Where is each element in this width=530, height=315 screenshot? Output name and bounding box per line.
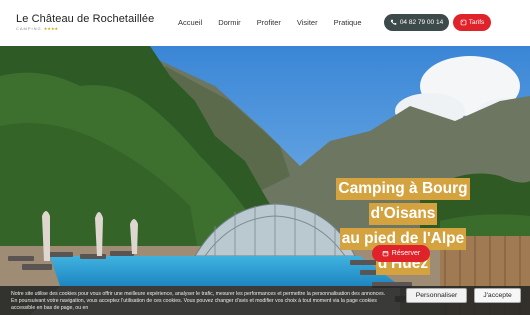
accept-cookies-button[interactable]: J'accepte [474,288,521,303]
nav-accueil[interactable]: Accueil [178,18,202,27]
brand-name: Le Château de Rochetaillée [16,13,155,25]
price-tag-icon [460,19,467,26]
main-nav: Accueil Dormir Profiter Visiter Pratique [178,18,378,27]
tarifs-button[interactable]: Tarifs [453,14,491,31]
hero-banner: Camping à Bourg d'Oisans au pied de l'Al… [0,46,530,315]
phone-icon [390,19,397,25]
brand-subtitle: CAMPING ★★★★ [16,26,59,31]
phone-button[interactable]: 04 82 79 00 14 [384,14,449,31]
personalize-cookies-button[interactable]: Personnaliser [406,288,467,303]
reserve-button[interactable]: Réserver [372,245,430,262]
rating-stars: ★★★★ [43,26,59,31]
nav-profiter[interactable]: Profiter [257,18,281,27]
phone-number: 04 82 79 00 14 [399,19,444,26]
hero-line-1: Camping à Bourg [336,178,470,200]
reserve-label: Réserver [391,250,421,257]
nav-pratique[interactable]: Pratique [334,18,362,27]
tarifs-label: Tarifs [468,19,485,26]
nav-visiter[interactable]: Visiter [297,18,318,27]
nav-dormir[interactable]: Dormir [218,18,241,27]
cookie-message: Notre site utilise des cookies pour vous… [11,291,386,311]
brand-logo[interactable]: Le Château de Rochetaillée CAMPING ★★★★ [16,13,154,31]
calendar-icon [382,251,389,257]
hero-title: Camping à Bourg d'Oisans au pied de l'Al… [313,178,493,278]
hero-line-2: d'Oisans [368,203,438,225]
site-header: Le Château de Rochetaillée CAMPING ★★★★ … [0,0,530,46]
